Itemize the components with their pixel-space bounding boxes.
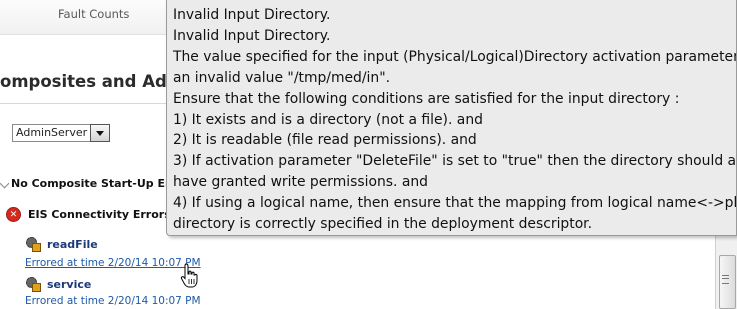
chevron-down-icon[interactable] [90,124,111,142]
vertical-scrollbar[interactable] [715,235,737,309]
tooltip-line: Invalid Input Directory. [173,27,331,44]
component-name[interactable]: readFile [47,238,98,251]
tooltip-line: an invalid value "/tmp/med/in". [173,69,391,86]
eis-errors-row: ✕ EIS Connectivity Errors 2 [6,207,183,222]
check-icon [0,178,10,189]
component-service[interactable]: service [26,277,91,292]
error-x-icon: ✕ [6,207,21,222]
tooltip-line: have granted write permissions. and [173,174,428,191]
tab-fault-counts[interactable]: Fault Counts [58,7,129,21]
eis-errors-label: EIS Connectivity Errors [28,208,171,221]
component-timestamp-link[interactable]: Errored at time 2/20/14 10:07 PM [25,257,201,269]
server-select-value: AdminServer [12,124,91,142]
grip-icon [722,275,729,284]
adapter-gear-icon [26,237,41,252]
tooltip-line: 3) If activation parameter "DeleteFile" … [173,153,737,170]
error-tooltip: Invalid Input Directory. Invalid Input D… [166,0,737,236]
tooltip-line: 1) It exists and is a directory (not a f… [173,111,483,128]
tooltip-line: directory is correctly specified in the … [173,216,593,233]
component-timestamp: Errored at time 2/20/14 10:07 PM [25,295,201,307]
tooltip-line: Invalid Input Directory. [173,7,331,23]
tooltip-line: The value specified for the input (Physi… [173,48,737,65]
server-select[interactable]: AdminServer [12,124,111,142]
tooltip-line: 4) If using a logical name, then ensure … [173,195,737,212]
component-name[interactable]: service [47,278,91,291]
tooltip-line: 2) It is readable (file read permissions… [173,132,477,149]
adapter-gear-icon [26,277,41,292]
component-readfile[interactable]: readFile [26,237,98,252]
hand-cursor-icon [180,263,200,293]
tooltip-line: Ensure that the following conditions are… [173,90,680,107]
